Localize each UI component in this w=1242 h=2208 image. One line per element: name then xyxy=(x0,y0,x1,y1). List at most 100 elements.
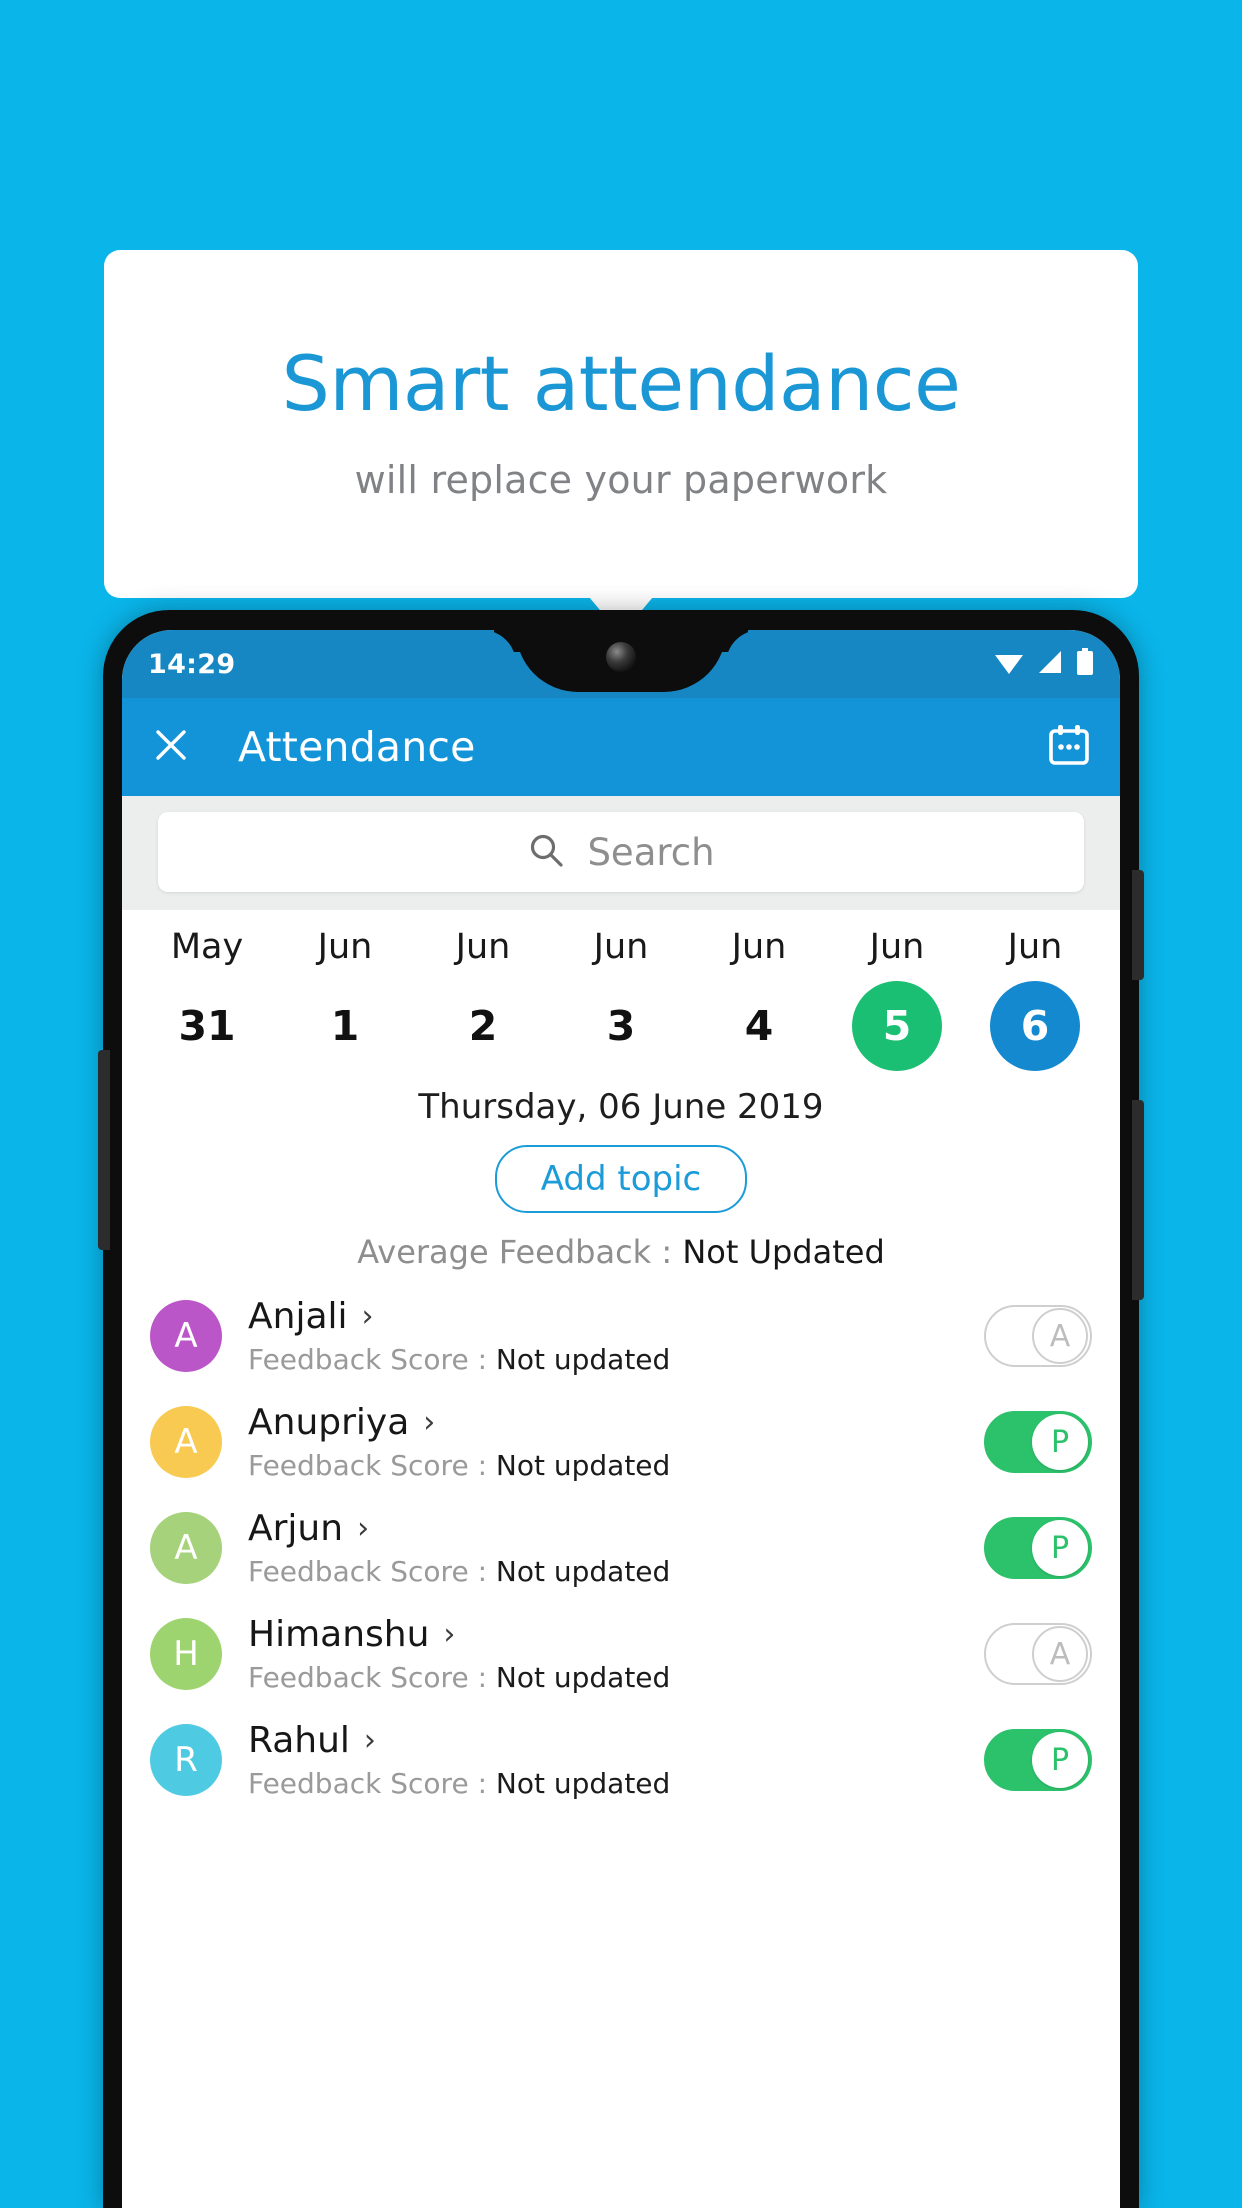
date-month-label: Jun xyxy=(455,927,511,967)
date-cell[interactable]: Jun 4 xyxy=(690,930,828,1071)
date-month-label: May xyxy=(170,927,244,967)
chevron-right-icon[interactable]: › xyxy=(443,1619,455,1650)
attendance-toggle[interactable]: P xyxy=(984,1517,1092,1579)
search-icon xyxy=(527,831,565,873)
student-info: Himanshu › Feedback Score : Not updated xyxy=(248,1614,984,1694)
date-cell[interactable]: Jun 5 xyxy=(828,930,966,1071)
date-day-number[interactable]: 3 xyxy=(576,981,666,1071)
feedback-score-label: Feedback Score : xyxy=(248,1767,496,1800)
feedback-score-line: Feedback Score : Not updated xyxy=(248,1661,984,1694)
student-name-line[interactable]: Arjun › xyxy=(248,1508,984,1549)
search-placeholder: Search xyxy=(587,830,715,874)
student-name: Himanshu xyxy=(248,1614,430,1655)
selected-date-label: Thursday, 06 June 2019 xyxy=(418,1087,824,1127)
date-cell[interactable]: Jun 3 xyxy=(552,930,690,1071)
student-name: Anjali xyxy=(248,1296,348,1337)
student-info: Rahul › Feedback Score : Not updated xyxy=(248,1720,984,1800)
student-name: Rahul xyxy=(248,1720,350,1761)
chevron-right-icon[interactable]: › xyxy=(423,1407,435,1438)
attendance-toggle-knob: P xyxy=(1032,1520,1088,1576)
attendance-toggle-knob: A xyxy=(1032,1626,1088,1682)
date-month-label: Jun xyxy=(731,927,787,967)
feedback-score-label: Feedback Score : xyxy=(248,1449,496,1482)
avatar: R xyxy=(150,1724,222,1796)
date-day-number[interactable]: 5 xyxy=(852,981,942,1071)
feedback-score-value: Not updated xyxy=(495,1449,671,1482)
date-day-number[interactable]: 2 xyxy=(438,981,528,1071)
attendance-toggle[interactable]: P xyxy=(984,1729,1092,1791)
student-name-line[interactable]: Anupriya › xyxy=(248,1402,984,1443)
average-feedback-value: Not Updated xyxy=(682,1233,885,1271)
promo-speech-bubble: Smart attendance will replace your paper… xyxy=(104,250,1138,598)
attendance-toggle[interactable]: P xyxy=(984,1411,1092,1473)
search-bar-container: Search xyxy=(122,796,1120,910)
date-strip: May 31 Jun 1 Jun 2 Jun 3 Jun 4 Jun 5 Jun 6 xyxy=(122,910,1120,1077)
promo-title: Smart attendance xyxy=(281,339,961,428)
calendar-icon[interactable] xyxy=(1046,722,1092,772)
battery-icon xyxy=(1076,648,1094,680)
chevron-right-icon[interactable]: › xyxy=(362,1301,374,1332)
date-cell[interactable]: Jun 1 xyxy=(276,930,414,1071)
feedback-score-line: Feedback Score : Not updated xyxy=(248,1767,984,1800)
feedback-score-label: Feedback Score : xyxy=(248,1661,496,1694)
avatar: H xyxy=(150,1618,222,1690)
phone-power-button[interactable] xyxy=(1132,870,1144,980)
feedback-score-value: Not updated xyxy=(495,1343,671,1376)
student-info: Anupriya › Feedback Score : Not updated xyxy=(248,1402,984,1482)
feedback-score-line: Feedback Score : Not updated xyxy=(248,1343,984,1376)
phone-volume-button[interactable] xyxy=(98,1050,110,1250)
student-row[interactable]: A Anupriya › Feedback Score : Not updated P xyxy=(122,1389,1120,1495)
feedback-score-value: Not updated xyxy=(495,1661,671,1694)
search-input[interactable]: Search xyxy=(158,812,1084,892)
add-topic-row: Add topic xyxy=(122,1145,1120,1213)
date-month-label: Jun xyxy=(869,927,925,967)
attendance-toggle-knob: A xyxy=(1032,1308,1088,1364)
app-bar: Attendance xyxy=(122,698,1120,796)
average-feedback: Average Feedback : Not Updated xyxy=(122,1233,1120,1271)
student-row[interactable]: A Arjun › Feedback Score : Not updated P xyxy=(122,1495,1120,1601)
attendance-toggle[interactable]: A xyxy=(984,1623,1092,1685)
attendance-toggle-knob: P xyxy=(1032,1732,1088,1788)
date-month-label: Jun xyxy=(317,927,373,967)
close-icon[interactable] xyxy=(150,724,192,770)
student-name: Anupriya xyxy=(248,1402,410,1443)
student-name-line[interactable]: Anjali › xyxy=(248,1296,984,1337)
date-day-number[interactable]: 6 xyxy=(990,981,1080,1071)
wifi-icon xyxy=(994,649,1024,679)
page-title: Attendance xyxy=(238,723,476,771)
average-feedback-label: Average Feedback : xyxy=(357,1233,683,1271)
chevron-right-icon[interactable]: › xyxy=(364,1725,376,1756)
avatar: A xyxy=(150,1512,222,1584)
feedback-score-label: Feedback Score : xyxy=(248,1555,496,1588)
student-name: Arjun xyxy=(248,1508,344,1549)
attendance-toggle-knob: P xyxy=(1032,1414,1088,1470)
status-bar-clock: 14:29 xyxy=(148,648,236,680)
status-bar: 14:29 xyxy=(122,630,1120,698)
student-row[interactable]: A Anjali › Feedback Score : Not updated A xyxy=(122,1283,1120,1389)
add-topic-button[interactable]: Add topic xyxy=(494,1145,748,1213)
student-info: Anjali › Feedback Score : Not updated xyxy=(248,1296,984,1376)
student-row[interactable]: H Himanshu › Feedback Score : Not updated A xyxy=(122,1601,1120,1707)
promo-subtitle: will replace your paperwork xyxy=(354,458,888,502)
student-name-line[interactable]: Rahul › xyxy=(248,1720,984,1761)
feedback-score-value: Not updated xyxy=(495,1555,671,1588)
date-cell[interactable]: Jun 6 xyxy=(966,930,1104,1071)
avatar: A xyxy=(150,1406,222,1478)
date-cell[interactable]: May 31 xyxy=(138,930,276,1071)
feedback-score-value: Not updated xyxy=(495,1767,671,1800)
student-name-line[interactable]: Himanshu › xyxy=(248,1614,984,1655)
feedback-score-line: Feedback Score : Not updated xyxy=(248,1555,984,1588)
phone-side-button[interactable] xyxy=(1132,1100,1144,1300)
attendance-toggle[interactable]: A xyxy=(984,1305,1092,1367)
feedback-score-label: Feedback Score : xyxy=(248,1343,496,1376)
chevron-right-icon[interactable]: › xyxy=(357,1513,369,1544)
avatar: A xyxy=(150,1300,222,1372)
phone-mockup: 14:29 Attendance Search May 31 Jun 1 Jun… xyxy=(98,610,1144,2208)
date-month-label: Jun xyxy=(593,927,649,967)
date-day-number[interactable]: 4 xyxy=(714,981,804,1071)
date-day-number[interactable]: 1 xyxy=(300,981,390,1071)
date-day-number[interactable]: 31 xyxy=(162,981,252,1071)
student-row[interactable]: R Rahul › Feedback Score : Not updated P xyxy=(122,1707,1120,1813)
signal-icon xyxy=(1037,649,1063,679)
date-cell[interactable]: Jun 2 xyxy=(414,930,552,1071)
